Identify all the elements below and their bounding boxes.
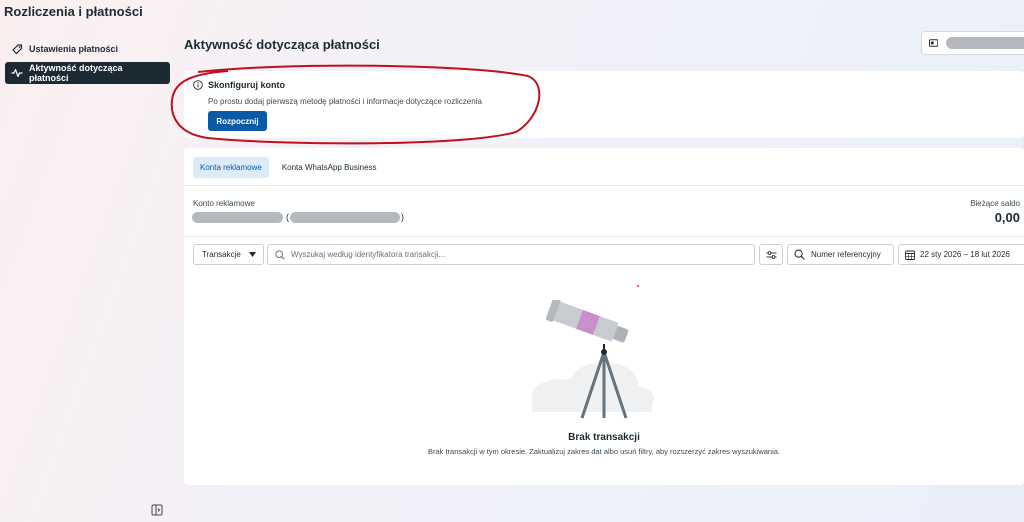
sidebar-nav: Ustawienia płatności Aktywność dotycząca… xyxy=(5,38,170,86)
filters-button[interactable] xyxy=(759,244,783,265)
tab-whatsapp-business[interactable]: Konta WhatsApp Business xyxy=(275,157,384,178)
account-type-tabs: Konta reklamowe Konta WhatsApp Business xyxy=(193,157,390,178)
decorative-dot xyxy=(637,285,639,287)
sliders-icon xyxy=(766,250,776,259)
redacted-account-id xyxy=(290,211,400,223)
search-icon xyxy=(794,249,805,260)
sidebar-item-payment-settings[interactable]: Ustawienia płatności xyxy=(5,38,170,60)
ad-account-id: ( ) xyxy=(192,211,404,223)
account-selector[interactable] xyxy=(921,31,1024,55)
tag-icon xyxy=(12,44,23,55)
close-paren: ) xyxy=(401,212,404,222)
setup-title: Skonfiguruj konto xyxy=(193,80,285,90)
setup-account-card: Skonfiguruj konto Po prostu dodaj pierws… xyxy=(184,71,1024,138)
reference-number-button[interactable]: Numer referencyjny xyxy=(787,244,894,265)
setup-description: Po prostu dodaj pierwszą metodę płatnośc… xyxy=(208,97,482,106)
empty-state-description: Brak transakcji w tym okresie. Zaktualiz… xyxy=(427,447,781,456)
balance-label: Bieżące saldo xyxy=(970,199,1020,208)
transaction-type-dropdown[interactable]: Transakcje xyxy=(193,244,264,265)
redacted-account-name xyxy=(192,211,283,223)
ad-account-label: Konto reklamowe xyxy=(193,199,255,208)
date-range-value: 22 sty 2026 – 18 lut 2026 xyxy=(920,250,1010,259)
sidebar-item-label: Ustawienia płatności xyxy=(29,44,119,54)
transactions-card: Konta reklamowe Konta WhatsApp Business … xyxy=(184,148,1024,485)
sidebar-toggle-icon[interactable] xyxy=(151,504,163,516)
caret-down-icon xyxy=(248,252,256,257)
info-icon xyxy=(193,80,203,90)
balance-value: 0,00 xyxy=(994,210,1020,225)
business-account-icon xyxy=(929,39,939,47)
reference-button-label: Numer referencyjny xyxy=(811,250,881,259)
date-range-picker[interactable]: 22 sty 2026 – 18 lut 2026 xyxy=(898,244,1024,265)
telescope-illustration xyxy=(532,300,654,419)
divider xyxy=(184,236,1024,237)
divider xyxy=(184,185,1024,186)
empty-state-title: Brak transakcji xyxy=(568,432,640,443)
transaction-search-input[interactable]: Wyszukaj według identyfikatora transakcj… xyxy=(267,244,755,265)
search-icon xyxy=(275,249,285,260)
search-placeholder: Wyszukaj według identyfikatora transakcj… xyxy=(291,250,446,259)
page-title: Aktywność dotycząca płatności xyxy=(184,37,380,52)
dropdown-value: Transakcje xyxy=(202,250,241,259)
sidebar-item-label: Aktywność dotycząca płatności xyxy=(29,63,123,83)
open-paren: ( xyxy=(286,212,289,222)
activity-icon xyxy=(11,68,23,78)
setup-title-text: Skonfiguruj konto xyxy=(208,80,285,90)
calendar-icon xyxy=(905,250,915,260)
start-button[interactable]: Rozpocznij xyxy=(208,111,267,131)
app-title: Rozliczenia i płatności xyxy=(4,4,143,19)
tab-ad-accounts[interactable]: Konta reklamowe xyxy=(193,157,269,178)
sidebar-item-payment-activity[interactable]: Aktywność dotycząca płatności xyxy=(5,62,170,84)
redacted-account-name xyxy=(946,37,1024,49)
